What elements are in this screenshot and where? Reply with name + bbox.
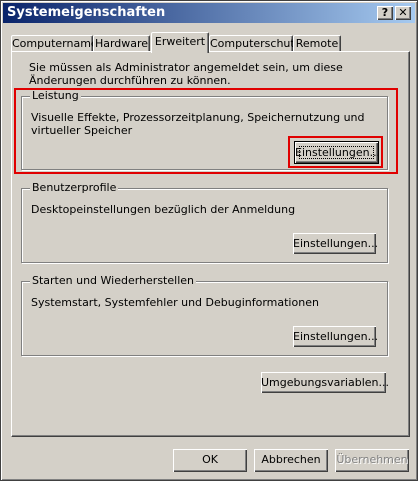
tab-panel-erweitert: Sie müssen als Administrator angemeldet …: [11, 51, 410, 437]
user-profiles-group: Benutzerprofile Desktopeinstellungen bez…: [21, 181, 388, 263]
system-properties-window: Systemeigenschaften ? ✕ Computername Har…: [0, 0, 418, 481]
help-button[interactable]: ?: [377, 6, 393, 20]
performance-group: Leistung Visuelle Effekte, Prozessorzeit…: [21, 89, 388, 170]
environment-variables-button[interactable]: Umgebungsvariablen...: [261, 372, 389, 393]
ok-button[interactable]: OK: [173, 449, 247, 472]
title-bar[interactable]: Systemeigenschaften ? ✕: [3, 3, 415, 23]
tab-remote[interactable]: Remote: [293, 35, 341, 52]
tab-hardware[interactable]: Hardware: [93, 35, 150, 52]
user-profiles-description: Desktopeinstellungen bezüglich der Anmel…: [31, 203, 296, 216]
window-title: Systemeigenschaften: [7, 5, 166, 20]
close-button[interactable]: ✕: [395, 6, 411, 20]
startup-recovery-group: Starten und Wiederherstellen Systemstart…: [21, 274, 388, 356]
user-profiles-group-title: Benutzerprofile: [30, 181, 119, 195]
startup-recovery-description: Systemstart, Systemfehler und Debuginfor…: [31, 296, 319, 309]
startup-recovery-settings-button[interactable]: Einstellungen...: [293, 326, 378, 347]
performance-description: Visuelle Effekte, Prozessorzeitplanung, …: [31, 111, 365, 137]
user-profiles-settings-button[interactable]: Einstellungen...: [293, 233, 378, 254]
performance-settings-button[interactable]: Einstellungen...: [295, 142, 380, 163]
cancel-button[interactable]: Abbrechen: [254, 449, 328, 472]
admin-notice: Sie müssen als Administrator angemeldet …: [29, 61, 343, 87]
startup-recovery-group-title: Starten und Wiederherstellen: [30, 274, 196, 288]
tab-computername[interactable]: Computername: [11, 35, 98, 52]
tab-computerschutz[interactable]: Computerschutz: [209, 35, 301, 52]
tab-erweitert[interactable]: Erweitert: [151, 32, 209, 53]
performance-group-title: Leistung: [30, 89, 81, 103]
apply-button: Übernehmen: [335, 449, 409, 472]
